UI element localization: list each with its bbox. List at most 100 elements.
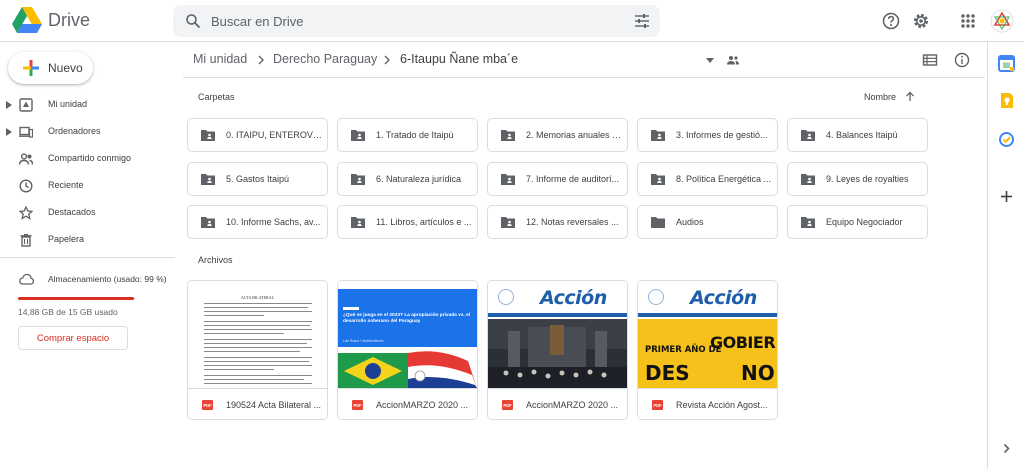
cloud-icon — [19, 273, 34, 285]
file-card[interactable]: ACTA BILATERAL PDF 190524 Acta Bilateral… — [187, 280, 328, 420]
sidebar-divider — [0, 257, 175, 258]
sidebar-item-recent[interactable]: Reciente — [0, 176, 175, 198]
search-input[interactable] — [211, 5, 611, 37]
folder-name: 8. Política Energética ... — [676, 174, 772, 184]
file-name: AccionMARZO 2020 ... — [376, 400, 469, 410]
chevron-down-icon[interactable] — [706, 58, 714, 63]
folder-tile[interactable]: 2. Memorias anuales I... — [487, 118, 628, 152]
storage-progress-bar — [18, 297, 135, 300]
folder-name: 10. Informe Sachs, av... — [226, 217, 321, 227]
chevron-right-icon[interactable] — [998, 440, 1015, 457]
folder-name: 12. Notas reversales ... — [526, 217, 619, 227]
folder-name: 9. Leyes de royalties — [826, 174, 909, 184]
apps-grid-icon[interactable] — [958, 11, 978, 31]
keep-icon[interactable] — [998, 92, 1015, 109]
shared-folder-icon — [351, 174, 365, 185]
sidebar-item-label: Reciente — [48, 180, 84, 190]
folder-tile[interactable]: 4. Balances Itaipú — [787, 118, 928, 152]
folder-name: 6. Naturaleza jurídica — [376, 174, 462, 184]
svg-text:PDF: PDF — [503, 403, 512, 408]
shared-people-icon — [727, 56, 739, 65]
list-view-icon[interactable] — [922, 52, 938, 68]
app-name[interactable]: Drive — [48, 10, 90, 31]
shared-folder-icon — [651, 174, 665, 185]
breadcrumb-item[interactable]: Derecho Paraguay — [273, 52, 377, 66]
svg-text:PDF: PDF — [203, 403, 212, 408]
breadcrumb-item[interactable]: Mi unidad — [193, 52, 247, 66]
folder-tile[interactable]: 3. Informes de gestió... — [637, 118, 778, 152]
search-options-icon[interactable] — [634, 13, 650, 29]
expand-caret-icon[interactable] — [6, 101, 12, 109]
account-avatar[interactable] — [990, 9, 1014, 33]
chevron-right-icon — [384, 55, 390, 65]
file-card[interactable]: Acción PRIMER AÑO DE GOBIER DES NO PDF R… — [637, 280, 778, 420]
new-button[interactable]: Nuevo — [8, 52, 93, 84]
recent-clock-icon — [19, 179, 33, 193]
storage-progress-fill — [18, 297, 134, 300]
sidebar-item-label: Destacados — [48, 207, 96, 217]
file-name-row: PDF AccionMARZO 2020 ... — [488, 388, 627, 419]
file-card[interactable]: ¿Qué se juega en el 2023? La apropiación… — [337, 280, 478, 420]
sidebar-item-trash[interactable]: Papelera — [0, 230, 175, 252]
shared-folder-icon — [801, 130, 815, 141]
folder-tile[interactable]: 12. Notas reversales ... — [487, 205, 628, 239]
file-name-row: PDF Revista Acción Agost... — [638, 388, 777, 419]
shared-folder-icon — [651, 130, 665, 141]
folder-tile[interactable]: 5. Gastos Itaipú — [187, 162, 328, 196]
help-icon[interactable] — [881, 11, 901, 31]
tasks-icon[interactable] — [998, 131, 1015, 148]
folder-tile[interactable]: 1. Tratado de Itaipú — [337, 118, 478, 152]
magazine-masthead: Acción — [540, 287, 607, 309]
sidebar-item-label: Ordenadores — [48, 126, 101, 136]
calendar-icon[interactable] — [998, 55, 1015, 72]
file-name: 190524 Acta Bilateral ... — [226, 400, 322, 410]
expand-caret-icon[interactable] — [6, 128, 12, 136]
svg-text:PDF: PDF — [653, 403, 662, 408]
folder-tile[interactable]: 0. ITAIPU, ENTEROVE... — [187, 118, 328, 152]
folder-name: 3. Informes de gestió... — [676, 130, 768, 140]
flags-illustration — [338, 347, 477, 388]
sidebar-item-computers[interactable]: Ordenadores — [0, 122, 175, 144]
magazine-logo — [648, 289, 664, 305]
sidebar-item-storage[interactable]: Almacenamiento (usado: 99 %) — [0, 270, 175, 290]
trash-icon — [20, 234, 32, 247]
search-bar[interactable] — [173, 5, 660, 37]
shared-folder-icon — [201, 174, 215, 185]
folder-tile[interactable]: Equipo Negociador — [787, 205, 928, 239]
add-addon-icon[interactable] — [998, 188, 1015, 205]
plus-icon — [23, 60, 39, 76]
folder-tile[interactable]: 6. Naturaleza jurídica — [337, 162, 478, 196]
settings-icon[interactable] — [911, 11, 931, 31]
folder-tile[interactable]: 10. Informe Sachs, av... — [187, 205, 328, 239]
sidebar-item-my-drive[interactable]: Mi unidad — [0, 95, 175, 117]
google-drive-logo[interactable] — [12, 7, 42, 33]
breadcrumb-current[interactable]: 6-Itaupu Ñane mba´e — [400, 52, 518, 66]
search-icon[interactable] — [185, 13, 201, 29]
folder-tile[interactable]: 7. Informe de auditorí... — [487, 162, 628, 196]
pdf-icon: PDF — [502, 400, 513, 410]
sort-arrow-up-icon[interactable] — [905, 91, 915, 102]
storage-label: Almacenamiento (usado: 99 %) — [48, 274, 167, 284]
folder-tile[interactable]: 8. Política Energética ... — [637, 162, 778, 196]
folder-tile[interactable]: 11. Libros, artículos e ... — [337, 205, 478, 239]
sidebar-item-label: Mi unidad — [48, 99, 88, 109]
info-icon[interactable] — [954, 52, 970, 68]
pdf-icon: PDF — [352, 400, 363, 410]
sidebar-item-starred[interactable]: Destacados — [0, 203, 175, 225]
folder-name: 1. Tratado de Itaipú — [376, 130, 454, 140]
sidebar-item-label: Compartido conmigo — [48, 153, 132, 163]
folder-name: 0. ITAIPU, ENTEROVE... — [226, 130, 322, 140]
sort-by-name[interactable]: Nombre — [864, 92, 896, 102]
shared-folder-icon — [501, 217, 515, 228]
shared-folder-icon — [351, 130, 365, 141]
folder-name: Equipo Negociador — [826, 217, 903, 227]
chevron-right-icon — [258, 55, 264, 65]
storage-used-text: 14,88 GB de 15 GB usado — [18, 307, 118, 317]
shared-folder-icon — [801, 217, 815, 228]
buy-storage-button[interactable]: Comprar espacio — [18, 326, 128, 350]
sidebar-item-shared-with-me[interactable]: Compartido conmigo — [0, 149, 175, 171]
file-card[interactable]: Acción PDF AccionMARZO 2020 ... — [487, 280, 628, 420]
file-thumbnail: Acción PRIMER AÑO DE GOBIER DES NO — [638, 281, 777, 388]
folder-tile[interactable]: Audios — [637, 205, 778, 239]
folder-tile[interactable]: 9. Leyes de royalties — [787, 162, 928, 196]
